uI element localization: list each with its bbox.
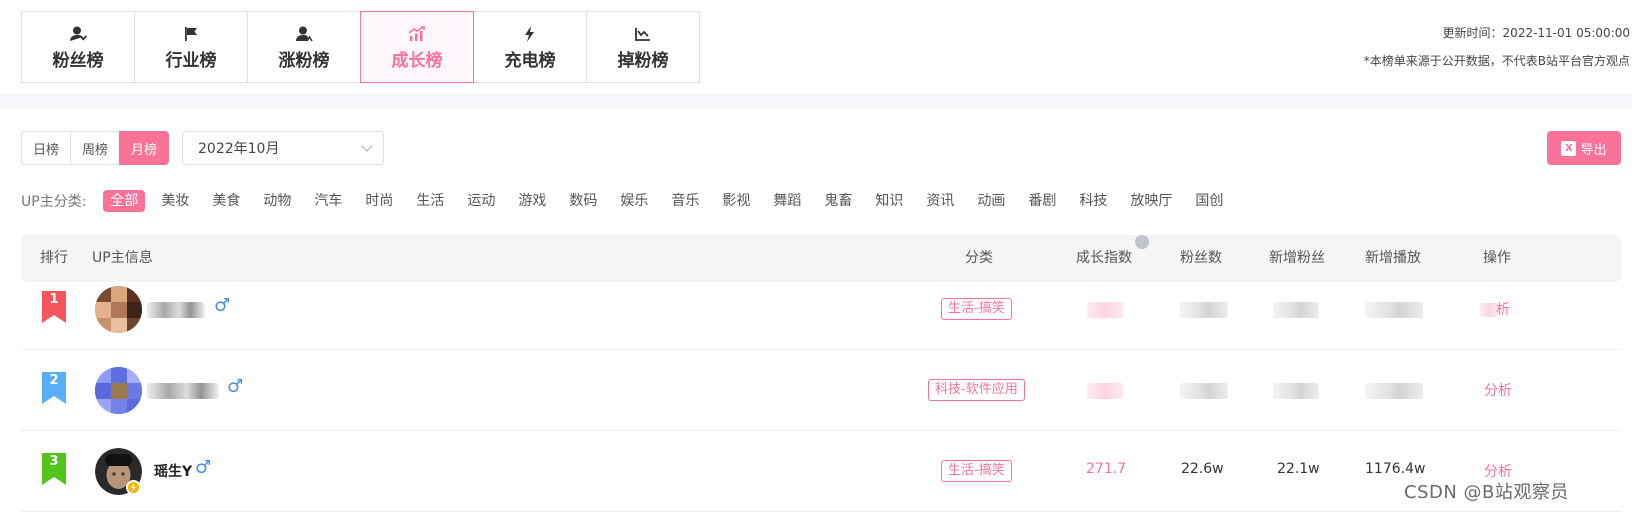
blurred-fans — [1180, 302, 1228, 318]
export-button[interactable]: X 导出 — [1547, 131, 1621, 165]
watermark: CSDN @B站观察员 — [1404, 482, 1569, 503]
table-row: 2 ♂ 科技-软件应用 分析 — [21, 350, 1621, 431]
category-filter: UP主分类: 全部 美妆 美食 动物 汽车 时尚 生活 运动 游戏 数码 娱乐 … — [21, 190, 1239, 212]
update-time: 更新时间：2022-11-01 05:00:00 — [1442, 26, 1630, 40]
month-select[interactable]: 2022年10月 — [182, 131, 384, 165]
rank-badge: 2 — [42, 372, 66, 404]
category-item[interactable]: 影视 — [715, 190, 757, 212]
blurred-new-plays — [1365, 302, 1423, 318]
blurred-new-fans — [1273, 383, 1319, 399]
category-item[interactable]: 鬼畜 — [817, 190, 859, 212]
category-item-all[interactable]: 全部 — [103, 190, 146, 212]
down-chart-icon — [632, 24, 654, 44]
category-item[interactable]: 科技 — [1072, 190, 1114, 212]
tab-label: 充电榜 — [504, 50, 556, 71]
category-tag[interactable]: 生活-搞笑 — [941, 298, 1012, 320]
male-icon: ♂ — [195, 457, 212, 478]
category-item[interactable]: 动画 — [970, 190, 1012, 212]
tab-label: 行业榜 — [165, 50, 217, 71]
help-icon[interactable]: ? — [1135, 235, 1149, 264]
period-monthly-button[interactable]: 月榜 — [119, 131, 170, 165]
category-item[interactable]: 汽车 — [307, 190, 349, 212]
analyze-link[interactable]: 分析 — [1484, 380, 1512, 400]
male-icon: ♂ — [227, 376, 244, 397]
category-item[interactable]: 娱乐 — [613, 190, 655, 212]
rank-number: 2 — [49, 373, 59, 388]
username[interactable]: 瑶生Y — [154, 461, 192, 481]
table-row: 1 ♂ 生活-搞笑 析 — [21, 269, 1621, 350]
blurred-new-plays — [1365, 383, 1423, 399]
tab-losing-fans[interactable]: 掉粉榜 — [586, 11, 700, 83]
col-growth-label: 成长指数 — [1076, 250, 1132, 266]
avatar[interactable] — [95, 367, 142, 414]
category-item[interactable]: 生活 — [409, 190, 451, 212]
period-daily-button[interactable]: 日榜 — [21, 131, 72, 165]
section-divider — [0, 93, 1632, 109]
category-item[interactable]: 知识 — [868, 190, 910, 212]
export-label: 导出 — [1580, 142, 1607, 158]
blurred-growth — [1087, 302, 1123, 318]
category-item[interactable]: 舞蹈 — [766, 190, 808, 212]
blurred-username — [147, 302, 205, 318]
analyze-link[interactable]: 析 — [1496, 299, 1510, 319]
tab-label: 粉丝榜 — [52, 50, 104, 71]
rank-badge: 1 — [42, 291, 66, 323]
avatar[interactable] — [95, 448, 142, 495]
blurred-growth — [1087, 383, 1123, 399]
rank-number: 3 — [49, 454, 59, 469]
category-item[interactable]: 美妆 — [154, 190, 196, 212]
new-plays-count: 1176.4w — [1365, 461, 1426, 477]
category-item[interactable]: 番剧 — [1021, 190, 1063, 212]
lightning-icon — [519, 24, 541, 44]
month-value: 2022年10月 — [198, 141, 280, 157]
category-item[interactable]: 资讯 — [919, 190, 961, 212]
verified-lightning-icon — [126, 480, 141, 495]
excel-icon: X — [1561, 140, 1577, 156]
category-item[interactable]: 美食 — [205, 190, 247, 212]
user-up-icon — [293, 24, 315, 44]
category-tag[interactable]: 科技-软件应用 — [928, 379, 1025, 401]
tab-fans[interactable]: 粉丝榜 — [21, 11, 135, 83]
category-label: UP主分类: — [21, 194, 87, 210]
category-item[interactable]: 运动 — [460, 190, 502, 212]
category-item[interactable]: 游戏 — [511, 190, 553, 212]
growth-index: 271.7 — [1086, 461, 1127, 477]
category-item[interactable]: 动物 — [256, 190, 298, 212]
period-weekly-button[interactable]: 周榜 — [70, 131, 121, 165]
new-fans-count: 22.1w — [1277, 461, 1320, 477]
period-toggle: 日榜 周榜 月榜 — [21, 131, 170, 165]
tab-charge[interactable]: 充电榜 — [473, 11, 587, 83]
category-item[interactable]: 数码 — [562, 190, 604, 212]
tab-growth[interactable]: 成长榜 — [360, 11, 474, 83]
tab-rising-fans[interactable]: 涨粉榜 — [247, 11, 361, 83]
category-item[interactable]: 国创 — [1188, 190, 1230, 212]
blurred-fans — [1180, 383, 1228, 399]
category-tag[interactable]: 生活-搞笑 — [941, 460, 1012, 482]
fans-icon — [67, 24, 89, 44]
tab-label: 成长榜 — [391, 50, 443, 71]
table-row: 3 瑶生Y ♂ 生活-搞笑 271.7 22.6w 22.1w 1176.4w … — [21, 431, 1621, 512]
fans-count: 22.6w — [1181, 461, 1224, 477]
tab-label: 涨粉榜 — [278, 50, 330, 71]
flag-icon — [180, 24, 202, 44]
category-item[interactable]: 时尚 — [358, 190, 400, 212]
growth-chart-icon — [406, 24, 428, 44]
category-item[interactable]: 音乐 — [664, 190, 706, 212]
male-icon: ♂ — [214, 295, 231, 316]
blurred-username — [147, 383, 219, 399]
avatar[interactable] — [95, 286, 142, 333]
tab-label: 掉粉榜 — [617, 50, 669, 71]
category-item[interactable]: 放映厅 — [1123, 190, 1179, 212]
tab-industry[interactable]: 行业榜 — [134, 11, 248, 83]
rank-number: 1 — [49, 292, 59, 307]
ranking-tabs: 粉丝榜 行业榜 涨粉榜 成长榜 充电榜 掉粉榜 — [21, 11, 700, 83]
disclaimer: *本榜单来源于公开数据，不代表B站平台官方观点 — [1363, 54, 1630, 68]
chevron-down-icon — [361, 140, 373, 152]
blurred-new-fans — [1273, 302, 1319, 318]
rank-badge: 3 — [42, 453, 66, 485]
